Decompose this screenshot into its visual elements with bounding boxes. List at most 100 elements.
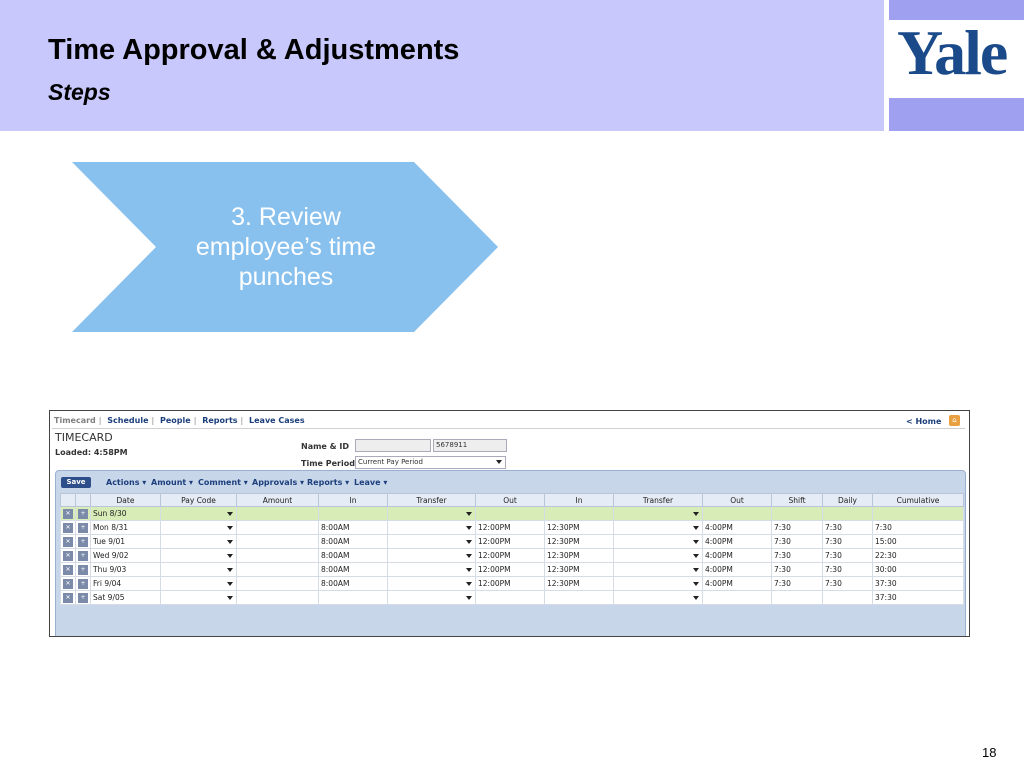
chevron-down-icon[interactable] bbox=[466, 512, 472, 516]
row-delete-cell[interactable]: ✕ bbox=[60, 506, 76, 521]
menu-approvals[interactable]: Approvals ▾ bbox=[252, 478, 304, 487]
cell-out-2[interactable] bbox=[702, 590, 772, 605]
row-delete-cell[interactable]: ✕ bbox=[60, 520, 76, 535]
chevron-down-icon[interactable] bbox=[466, 526, 472, 530]
nav-people[interactable]: People bbox=[160, 416, 191, 425]
cell-transfer-2[interactable] bbox=[613, 506, 703, 521]
cell-in-2[interactable]: 12:30PM bbox=[544, 520, 614, 535]
cell-out-2[interactable]: 4:00PM bbox=[702, 534, 772, 549]
cell-in[interactable] bbox=[318, 590, 388, 605]
chevron-down-icon[interactable] bbox=[227, 582, 233, 586]
row-add-cell[interactable]: + bbox=[75, 506, 91, 521]
row-add-cell[interactable]: + bbox=[75, 562, 91, 577]
chevron-down-icon[interactable] bbox=[693, 568, 699, 572]
cell-transfer[interactable] bbox=[387, 562, 476, 577]
row-add-cell[interactable]: + bbox=[75, 520, 91, 535]
cell-amount[interactable] bbox=[236, 534, 319, 549]
row-delete-cell[interactable]: ✕ bbox=[60, 576, 76, 591]
menu-reports[interactable]: Reports ▾ bbox=[307, 478, 349, 487]
menu-actions[interactable]: Actions ▾ bbox=[106, 478, 146, 487]
chevron-down-icon[interactable] bbox=[693, 596, 699, 600]
cell-pay-code[interactable] bbox=[160, 576, 237, 591]
row-add-cell[interactable]: + bbox=[75, 534, 91, 549]
id-field[interactable]: 5678911 bbox=[433, 439, 507, 452]
add-row-icon[interactable]: + bbox=[78, 550, 88, 561]
cell-transfer-2[interactable] bbox=[613, 520, 703, 535]
nav-reports[interactable]: Reports bbox=[202, 416, 237, 425]
add-row-icon[interactable]: + bbox=[78, 536, 88, 547]
chevron-down-icon[interactable] bbox=[466, 596, 472, 600]
name-field[interactable] bbox=[355, 439, 431, 452]
cell-amount[interactable] bbox=[236, 520, 319, 535]
cell-transfer-2[interactable] bbox=[613, 590, 703, 605]
delete-row-icon[interactable]: ✕ bbox=[63, 578, 73, 589]
cell-out[interactable]: 12:00PM bbox=[475, 534, 545, 549]
cell-out-2[interactable]: 4:00PM bbox=[702, 562, 772, 577]
cell-amount[interactable] bbox=[236, 590, 319, 605]
cell-transfer-2[interactable] bbox=[613, 562, 703, 577]
cell-in-2[interactable]: 12:30PM bbox=[544, 562, 614, 577]
delete-row-icon[interactable]: ✕ bbox=[63, 508, 73, 519]
cell-pay-code[interactable] bbox=[160, 590, 237, 605]
cell-out[interactable]: 12:00PM bbox=[475, 520, 545, 535]
menu-amount[interactable]: Amount ▾ bbox=[151, 478, 193, 487]
add-row-icon[interactable]: + bbox=[78, 508, 88, 519]
cell-out-2[interactable]: 4:00PM bbox=[702, 548, 772, 563]
delete-row-icon[interactable]: ✕ bbox=[63, 592, 73, 603]
row-delete-cell[interactable]: ✕ bbox=[60, 562, 76, 577]
add-row-icon[interactable]: + bbox=[78, 578, 88, 589]
chevron-down-icon[interactable] bbox=[466, 568, 472, 572]
cell-in-2[interactable]: 12:30PM bbox=[544, 548, 614, 563]
nav-timecard[interactable]: Timecard bbox=[54, 416, 96, 425]
cell-transfer[interactable] bbox=[387, 520, 476, 535]
cell-out[interactable] bbox=[475, 506, 545, 521]
chevron-down-icon[interactable] bbox=[227, 568, 233, 572]
home-link[interactable]: < Home bbox=[906, 417, 941, 426]
chevron-down-icon[interactable] bbox=[227, 526, 233, 530]
row-delete-cell[interactable]: ✕ bbox=[60, 590, 76, 605]
row-delete-cell[interactable]: ✕ bbox=[60, 548, 76, 563]
menu-leave[interactable]: Leave ▾ bbox=[354, 478, 387, 487]
menu-comment[interactable]: Comment ▾ bbox=[198, 478, 248, 487]
cell-pay-code[interactable] bbox=[160, 548, 237, 563]
chevron-down-icon[interactable] bbox=[227, 596, 233, 600]
delete-row-icon[interactable]: ✕ bbox=[63, 550, 73, 561]
chevron-down-icon[interactable] bbox=[693, 540, 699, 544]
cell-transfer-2[interactable] bbox=[613, 548, 703, 563]
chevron-down-icon[interactable] bbox=[693, 582, 699, 586]
cell-pay-code[interactable] bbox=[160, 520, 237, 535]
chevron-down-icon[interactable] bbox=[227, 540, 233, 544]
cell-in[interactable]: 8:00AM bbox=[318, 520, 388, 535]
cell-in[interactable]: 8:00AM bbox=[318, 548, 388, 563]
row-delete-cell[interactable]: ✕ bbox=[60, 534, 76, 549]
cell-amount[interactable] bbox=[236, 576, 319, 591]
cell-amount[interactable] bbox=[236, 506, 319, 521]
cell-out-2[interactable]: 4:00PM bbox=[702, 576, 772, 591]
row-add-cell[interactable]: + bbox=[75, 576, 91, 591]
cell-in-2[interactable] bbox=[544, 590, 614, 605]
cell-out-2[interactable] bbox=[702, 506, 772, 521]
delete-row-icon[interactable]: ✕ bbox=[63, 564, 73, 575]
cell-transfer-2[interactable] bbox=[613, 576, 703, 591]
cell-out[interactable]: 12:00PM bbox=[475, 562, 545, 577]
chevron-down-icon[interactable] bbox=[693, 526, 699, 530]
delete-row-icon[interactable]: ✕ bbox=[63, 522, 73, 533]
cell-pay-code[interactable] bbox=[160, 506, 237, 521]
cell-transfer[interactable] bbox=[387, 548, 476, 563]
chevron-down-icon[interactable] bbox=[693, 512, 699, 516]
chevron-down-icon[interactable] bbox=[466, 582, 472, 586]
time-period-select[interactable]: Current Pay Period bbox=[355, 456, 506, 469]
cell-in-2[interactable] bbox=[544, 506, 614, 521]
cell-out[interactable] bbox=[475, 590, 545, 605]
cell-in[interactable] bbox=[318, 506, 388, 521]
cell-pay-code[interactable] bbox=[160, 534, 237, 549]
nav-leave-cases[interactable]: Leave Cases bbox=[249, 416, 305, 425]
chevron-down-icon[interactable] bbox=[466, 540, 472, 544]
cell-amount[interactable] bbox=[236, 562, 319, 577]
cell-in[interactable]: 8:00AM bbox=[318, 534, 388, 549]
cell-pay-code[interactable] bbox=[160, 562, 237, 577]
cell-in-2[interactable]: 12:30PM bbox=[544, 534, 614, 549]
cell-in[interactable]: 8:00AM bbox=[318, 562, 388, 577]
cell-amount[interactable] bbox=[236, 548, 319, 563]
cell-transfer[interactable] bbox=[387, 576, 476, 591]
